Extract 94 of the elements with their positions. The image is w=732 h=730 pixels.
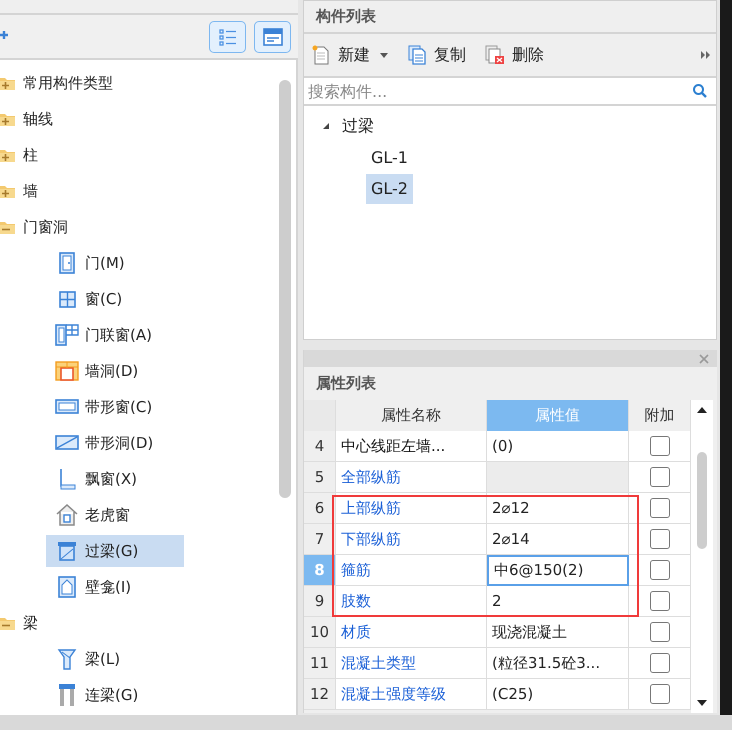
element-icon [56,289,76,309]
copy-button[interactable]: 复制 [406,44,466,66]
element-icon [56,683,76,707]
tree-item[interactable]: 门联窗(A) [46,319,184,351]
checkbox[interactable] [650,560,670,580]
overflow-icon[interactable] [701,51,710,59]
tree-item[interactable]: 过梁(G) [46,535,184,567]
tree-item[interactable]: GL-1 [366,142,413,172]
list-icon [218,26,238,46]
row-number: 6 [304,493,336,524]
property-value: 现浇混凝土 [487,617,629,648]
checkbox[interactable] [650,498,670,518]
tree-item[interactable]: 过梁 [342,116,374,136]
scroll-up-icon[interactable] [696,406,708,414]
row-number: 10 [304,617,336,648]
row-number: 12 [304,679,336,710]
tree-item[interactable]: 柱 [23,146,38,164]
checkbox[interactable] [650,467,670,487]
property-value: (C25) [487,679,629,710]
property-value: 2⌀14 [487,524,629,555]
property-name: 全部纵筋 [336,462,487,493]
property-value: 2 [487,586,629,617]
folder-minus-icon[interactable] [0,219,15,235]
property-value: (粒径31.5砼3... [487,648,629,679]
property-name: 下部纵筋 [336,524,487,555]
row-number: 11 [304,648,336,679]
element-icon [56,540,78,562]
scrollbar-thumb[interactable] [697,452,707,549]
checkbox[interactable] [650,622,670,642]
checkbox[interactable] [650,591,670,611]
property-value: 2⌀12 [487,493,629,524]
folder-minus-icon[interactable] [0,615,15,631]
checkbox[interactable] [650,653,670,673]
tree-item[interactable]: 轴线 [23,110,53,128]
tree-item[interactable]: 门(M) [46,247,184,279]
element-icon [54,503,78,527]
property-name: 上部纵筋 [336,493,487,524]
property-name: 肢数 [336,586,487,617]
new-document-icon [312,45,330,65]
tree-item[interactable]: 壁龛(I) [46,571,184,603]
element-icon [54,434,78,452]
copy-icon [408,45,426,65]
property-value: (0) [487,431,629,462]
folder-plus-icon[interactable] [0,75,15,91]
tree-item[interactable]: 窗(C) [46,283,184,315]
expanded-arrow-icon[interactable] [322,122,330,130]
element-icon [54,323,80,347]
tree-item[interactable]: 带形窗(C) [46,391,184,423]
search-icon[interactable] [692,83,708,99]
value-field[interactable]: 中6@150(2) [487,555,629,586]
property-name: 混凝土类型 [336,648,487,679]
form-view-button[interactable] [254,20,291,52]
scrollbar-thumb[interactable] [279,80,291,498]
row-number: 4 [304,431,336,462]
tree-item[interactable]: 墙 [23,182,38,200]
checkbox[interactable] [650,436,670,456]
row-number: 9 [304,586,336,617]
caret-icon [380,52,388,58]
delete-button[interactable]: 删除 [484,44,544,66]
tree-item[interactable]: 带形洞(D) [46,427,184,459]
tree-item[interactable]: 梁 [23,614,38,632]
tree-item[interactable]: 老虎窗 [46,499,184,531]
row-number: 5 [304,462,336,493]
tree-item[interactable]: 连梁(G) [46,679,184,711]
row-number: 8 [304,555,336,586]
tree-item[interactable]: 墙洞(D) [46,355,184,387]
element-icon [56,576,76,598]
property-name: 混凝土强度等级 [336,679,487,710]
element-icon [54,361,78,381]
element-icon [54,398,78,416]
search-field[interactable]: 搜索构件... [304,80,692,102]
delete-icon [485,45,505,65]
property-name: 中心线距左墙... [336,431,487,462]
list-view-button[interactable] [209,20,246,52]
window-icon [262,26,284,46]
checkbox[interactable] [650,529,670,549]
element-icon [56,252,76,274]
panel-title: 属性列表 [315,373,377,394]
element-icon [56,648,76,670]
folder-plus-icon[interactable] [0,183,15,199]
row-number: 7 [304,524,336,555]
tree-item[interactable]: 梁(L) [46,643,184,675]
scroll-down-icon[interactable] [696,699,708,707]
new-button[interactable]: 新建 [310,44,388,66]
folder-plus-icon[interactable] [0,147,15,163]
folder-plus-icon[interactable] [0,111,15,127]
tree-item[interactable]: 门窗洞 [23,218,68,236]
panel-title: 构件列表 [304,1,716,34]
tree-item[interactable]: 飘窗(X) [46,463,184,495]
property-name: 材质 [336,617,487,648]
tree-item[interactable]: GL-2 [366,174,413,204]
property-name: 箍筋 [336,555,487,586]
tree-item[interactable]: 常用构件类型 [23,74,113,92]
checkbox[interactable] [650,684,670,704]
